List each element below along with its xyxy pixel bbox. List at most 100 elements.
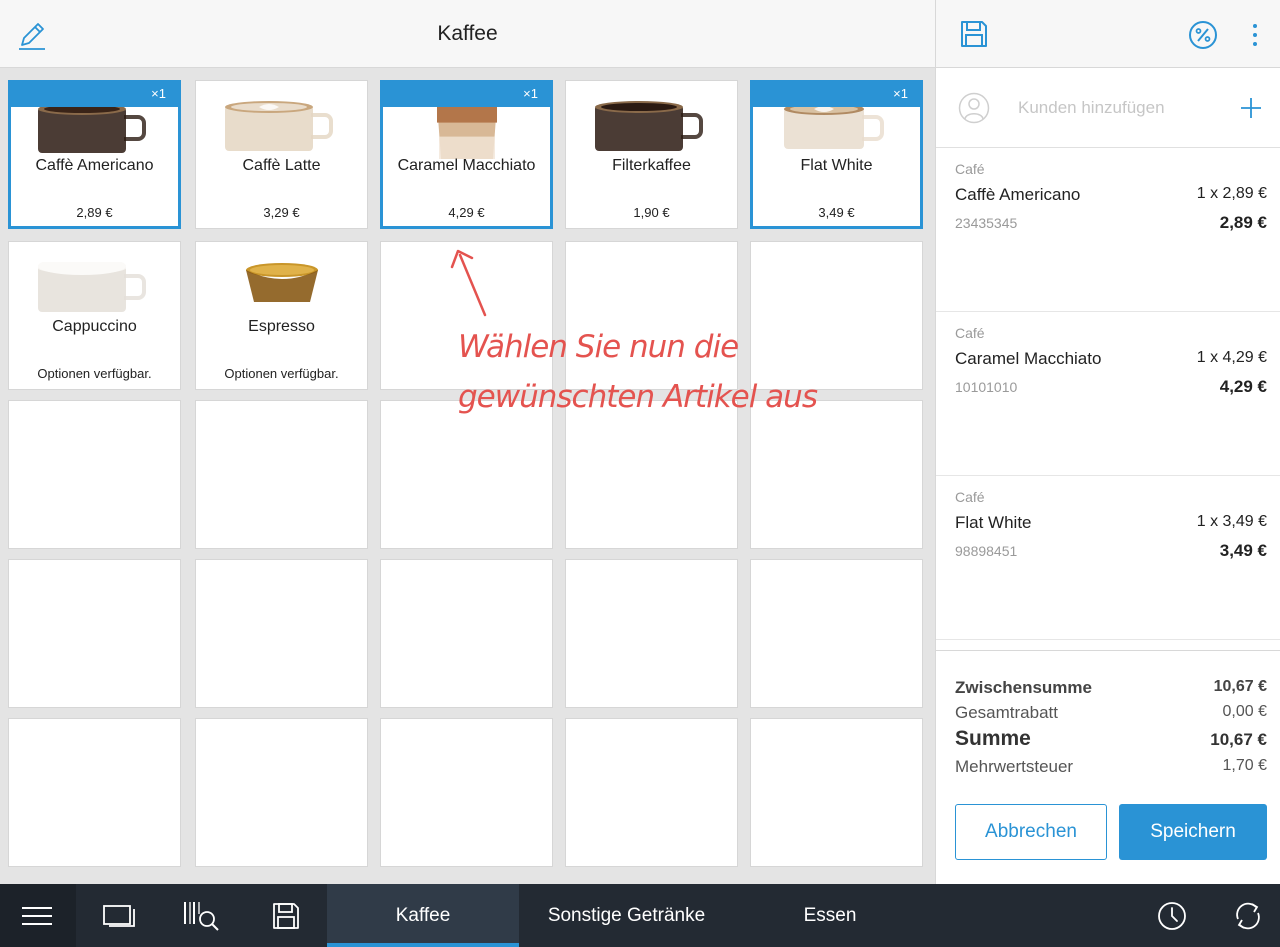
order-item-name: Caffè Americano: [955, 185, 1081, 204]
order-item-quantity: 1 x 3,49 €: [1196, 513, 1267, 530]
product-image: [593, 101, 711, 158]
sum-row: Summe 10,67 €: [955, 727, 1267, 755]
product-image: [223, 101, 341, 158]
empty-tile[interactable]: [750, 718, 923, 867]
history-button[interactable]: [1142, 884, 1202, 947]
empty-tile[interactable]: [195, 718, 368, 867]
vat-value: 1,70 €: [1222, 757, 1267, 774]
discount-row: Gesamtrabatt 0,00 €: [955, 703, 1267, 727]
order-item[interactable]: Café Flat White 1 x 3,49 € 98898451 3,49…: [936, 476, 1280, 640]
product-name: Caffè Latte: [242, 157, 321, 174]
product-name: Espresso: [248, 318, 315, 335]
screens-button[interactable]: [90, 884, 150, 947]
add-customer-label: Kunden hinzufügen: [1018, 98, 1165, 117]
product-tile[interactable]: ×1 Caffè Americano 2,89 €: [8, 80, 181, 229]
sum-value: 10,67 €: [1210, 730, 1267, 749]
order-item-sku: 98898451: [955, 543, 1018, 559]
product-price: 3,29 €: [263, 205, 300, 220]
product-tile[interactable]: Filterkaffee 1,90 €: [565, 80, 738, 229]
subtotal-label: Zwischensumme: [955, 678, 1092, 697]
save-button[interactable]: Speichern: [1119, 804, 1267, 860]
category-tab[interactable]: Sonstige Getränke: [519, 884, 734, 947]
empty-tile[interactable]: [8, 559, 181, 708]
order-item-total: 2,89 €: [1219, 213, 1267, 232]
empty-tile[interactable]: [565, 400, 738, 549]
subtotal-value: 10,67 €: [1213, 678, 1267, 695]
order-item-quantity: 1 x 2,89 €: [1196, 185, 1267, 202]
order-item-total: 3,49 €: [1219, 541, 1267, 560]
barcode-search-icon: [184, 902, 219, 931]
quantity-badge: ×1: [11, 83, 178, 107]
category-tab[interactable]: Kaffee: [327, 884, 519, 947]
product-tile[interactable]: ×1 Caramel Macchiato 4,29 €: [380, 80, 553, 229]
product-image: [36, 257, 154, 319]
category-tab[interactable]: Essen: [734, 884, 926, 947]
product-tile[interactable]: Caffè Latte 3,29 €: [195, 80, 368, 229]
empty-tile[interactable]: [8, 718, 181, 867]
menu-button[interactable]: [0, 884, 76, 947]
empty-tile[interactable]: [750, 400, 923, 549]
product-header: Kaffee: [0, 0, 935, 68]
product-image: [36, 103, 154, 160]
order-item-category: Café: [955, 161, 985, 177]
sync-icon: [1236, 902, 1260, 930]
product-pane: Kaffee ×1 Caffè Americano 2,89 € Caffè Latt…: [0, 0, 935, 884]
order-item[interactable]: Café Caramel Macchiato 1 x 4,29 € 101010…: [936, 312, 1280, 476]
order-item[interactable]: Café Caffè Americano 1 x 2,89 € 23435345…: [936, 148, 1280, 312]
product-name: Caramel Macchiato: [397, 157, 536, 174]
empty-tile[interactable]: [8, 400, 181, 549]
saved-orders-button[interactable]: [256, 884, 316, 947]
order-item-name: Caramel Macchiato: [955, 349, 1102, 368]
order-item-name: Flat White: [955, 513, 1032, 532]
user-icon: [958, 92, 990, 124]
product-image: [431, 103, 503, 164]
sync-button[interactable]: [1218, 884, 1278, 947]
add-customer-row[interactable]: Kunden hinzufügen: [936, 68, 1280, 148]
order-item-category: Café: [955, 489, 985, 505]
order-item-category: Café: [955, 325, 985, 341]
product-price: 3,49 €: [818, 205, 855, 220]
order-toolbar: [936, 0, 1280, 68]
discount-value: 0,00 €: [1222, 703, 1267, 720]
product-price: 4,29 €: [448, 205, 485, 220]
empty-tile[interactable]: [565, 718, 738, 867]
product-name: Caffè Americano: [35, 157, 154, 174]
discount-button[interactable]: [1188, 20, 1218, 55]
product-tile[interactable]: Cappuccino Optionen verfügbar.: [8, 241, 181, 390]
bottom-bar: Kaffee Sonstige Getränke Essen: [0, 884, 1280, 947]
barcode-search-button[interactable]: [172, 884, 232, 947]
empty-tile[interactable]: [195, 559, 368, 708]
product-name: Flat White: [800, 157, 873, 174]
product-price: 2,89 €: [76, 205, 113, 220]
order-item-total: 4,29 €: [1219, 377, 1267, 396]
annotation-line-1: Wählen Sie nun die: [458, 329, 739, 365]
discount-label: Gesamtrabatt: [955, 703, 1058, 722]
empty-tile[interactable]: [750, 559, 923, 708]
quantity-badge: ×1: [383, 83, 550, 107]
empty-tile[interactable]: [380, 559, 553, 708]
sum-label: Summe: [955, 727, 1031, 750]
vat-row: Mehrwertsteuer 1,70 €: [955, 757, 1267, 781]
order-item-sku: 10101010: [955, 379, 1018, 395]
empty-tile[interactable]: [380, 718, 553, 867]
screens-icon: [103, 905, 135, 927]
menu-icon: [22, 907, 52, 925]
pos-app: Kaffee ×1 Caffè Americano 2,89 € Caffè Latt…: [0, 0, 1280, 947]
product-tile[interactable]: ×1 Flat White 3,49 €: [750, 80, 923, 229]
annotation-text: Wählen Sie nun die gewünschten Artikel a…: [458, 322, 838, 422]
more-vertical-icon: [1253, 24, 1257, 46]
order-pane: Kunden hinzufügen Café Caffè Americano 1…: [935, 0, 1280, 884]
empty-tile[interactable]: [380, 400, 553, 549]
product-tile[interactable]: Espresso Optionen verfügbar.: [195, 241, 368, 390]
empty-tile[interactable]: [195, 400, 368, 549]
product-image: [782, 103, 892, 156]
product-price: Optionen verfügbar.: [224, 366, 339, 381]
empty-tile[interactable]: [565, 559, 738, 708]
floppy-disk-icon: [273, 903, 299, 929]
save-order-button[interactable]: [958, 18, 990, 55]
plus-icon[interactable]: [1240, 97, 1262, 119]
product-price: 1,90 €: [633, 205, 670, 220]
vat-label: Mehrwertsteuer: [955, 757, 1074, 776]
more-options-button[interactable]: [1250, 22, 1260, 53]
cancel-button[interactable]: Abbrechen: [955, 804, 1107, 860]
